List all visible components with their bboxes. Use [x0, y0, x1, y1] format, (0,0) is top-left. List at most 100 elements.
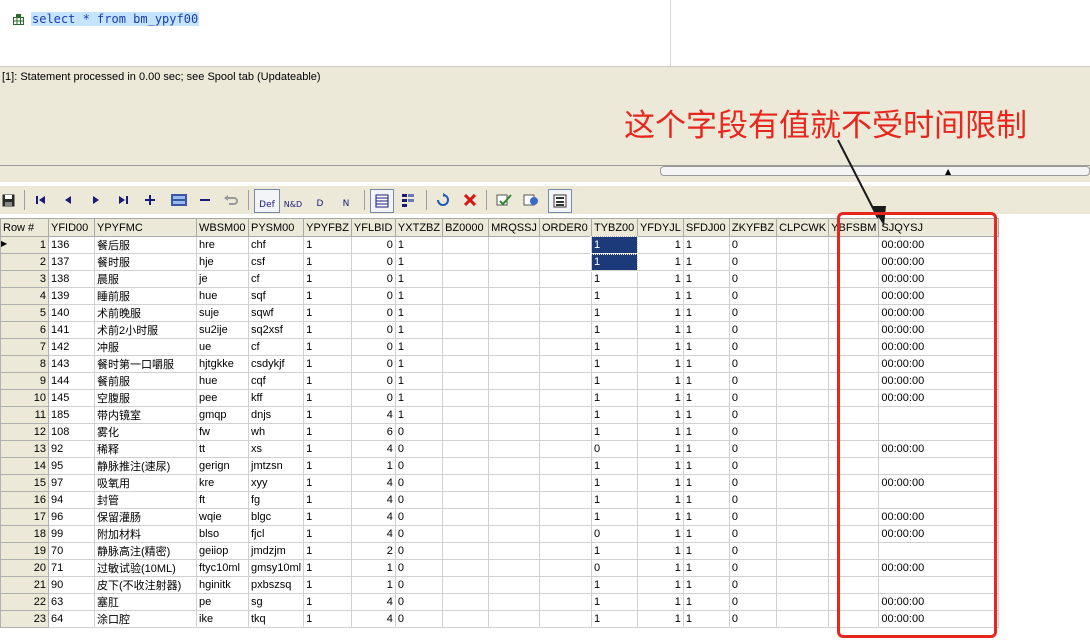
table-cell[interactable]: 塞肛: [94, 593, 197, 611]
table-cell[interactable]: [538, 389, 592, 407]
table-cell[interactable]: 1: [394, 355, 444, 373]
table-cell[interactable]: 145: [48, 389, 95, 407]
table-cell[interactable]: je: [196, 270, 249, 288]
table-cell[interactable]: pee: [196, 389, 249, 407]
table-cell[interactable]: 1: [636, 423, 684, 441]
table-cell[interactable]: 141: [48, 321, 95, 339]
table-cell[interactable]: 冲服: [94, 338, 197, 356]
column-header[interactable]: ORDER0: [538, 218, 592, 237]
table-cell[interactable]: [442, 542, 490, 560]
duplicate-record-icon[interactable]: [169, 189, 189, 211]
table-cell[interactable]: 136: [48, 236, 95, 254]
table-cell[interactable]: 1: [636, 457, 684, 475]
table-cell[interactable]: [442, 406, 490, 424]
table-cell[interactable]: [488, 559, 540, 577]
table-cell[interactable]: 1: [636, 491, 684, 509]
table-cell[interactable]: xs: [247, 440, 305, 458]
table-cell[interactable]: 1: [303, 287, 352, 305]
table-cell[interactable]: 139: [48, 287, 95, 305]
table-cell[interactable]: 1: [682, 423, 730, 441]
table-cell[interactable]: [442, 355, 490, 373]
table-cell[interactable]: 1: [636, 389, 684, 407]
table-cell[interactable]: 0: [394, 593, 444, 611]
table-cell[interactable]: hje: [196, 253, 249, 271]
table-cell[interactable]: 0: [394, 508, 444, 526]
table-cell[interactable]: 1: [590, 252, 639, 272]
last-record-icon[interactable]: [115, 189, 131, 211]
table-cell[interactable]: 1: [303, 491, 352, 509]
delete-record-icon[interactable]: [197, 189, 213, 211]
table-cell[interactable]: 1: [350, 457, 396, 475]
table-cell[interactable]: 4: [350, 610, 396, 628]
table-cell[interactable]: [488, 253, 540, 271]
table-cell[interactable]: 63: [48, 593, 95, 611]
table-cell[interactable]: [776, 304, 830, 322]
undo-icon[interactable]: [222, 189, 240, 211]
table-cell[interactable]: 皮下(不收注射器): [94, 576, 197, 594]
table-cell[interactable]: 1: [682, 406, 730, 424]
table-cell[interactable]: 0: [728, 559, 778, 577]
table-cell[interactable]: 142: [48, 338, 95, 356]
table-cell[interactable]: [442, 610, 490, 628]
table-cell[interactable]: 1: [394, 406, 444, 424]
table-cell[interactable]: 0: [394, 457, 444, 475]
table-cell[interactable]: 1: [636, 270, 684, 288]
table-cell[interactable]: 0: [350, 372, 396, 390]
table-cell[interactable]: [488, 389, 540, 407]
table-cell[interactable]: 1: [303, 440, 352, 458]
table-cell[interactable]: 0: [728, 525, 778, 543]
sql-editor[interactable]: select * from bm_ypyf00: [0, 0, 1090, 67]
table-cell[interactable]: 92: [48, 440, 95, 458]
table-cell[interactable]: 1: [394, 321, 444, 339]
table-cell[interactable]: kre: [196, 474, 249, 492]
table-cell[interactable]: [776, 576, 830, 594]
table-cell[interactable]: fg: [247, 491, 305, 509]
table-cell[interactable]: 0: [394, 576, 444, 594]
table-cell[interactable]: [442, 440, 490, 458]
table-cell[interactable]: hjtgkke: [196, 355, 249, 373]
table-cell[interactable]: 2: [350, 542, 396, 560]
table-cell[interactable]: [776, 321, 830, 339]
table-cell[interactable]: [488, 287, 540, 305]
table-cell[interactable]: [442, 372, 490, 390]
table-cell[interactable]: 1: [636, 542, 684, 560]
table-cell[interactable]: 1: [303, 576, 352, 594]
table-cell[interactable]: [776, 593, 830, 611]
table-cell[interactable]: sqf: [247, 287, 305, 305]
table-cell[interactable]: [538, 457, 592, 475]
table-cell[interactable]: 0: [350, 236, 396, 254]
table-cell[interactable]: wh: [247, 423, 305, 441]
table-cell[interactable]: ue: [196, 338, 249, 356]
table-cell[interactable]: [538, 474, 592, 492]
table-cell[interactable]: 1: [636, 253, 684, 271]
table-cell[interactable]: 1: [394, 270, 444, 288]
table-cell[interactable]: 1: [303, 508, 352, 526]
table-cell[interactable]: 0: [728, 287, 778, 305]
table-cell[interactable]: suje: [196, 304, 249, 322]
table-cell[interactable]: 0: [394, 491, 444, 509]
table-cell[interactable]: 晨服: [94, 270, 197, 288]
table-cell[interactable]: 保留灌肠: [94, 508, 197, 526]
table-cell[interactable]: [538, 406, 592, 424]
table-cell[interactable]: [538, 355, 592, 373]
table-cell[interactable]: 99: [48, 525, 95, 543]
table-cell[interactable]: 1: [303, 406, 352, 424]
table-cell[interactable]: blso: [196, 525, 249, 543]
table-cell[interactable]: 4: [350, 525, 396, 543]
table-cell[interactable]: 涂口腔: [94, 610, 197, 628]
table-cell[interactable]: 1: [682, 253, 730, 271]
table-cell[interactable]: [538, 491, 592, 509]
table-cell[interactable]: 4: [350, 474, 396, 492]
table-cell[interactable]: 1: [303, 321, 352, 339]
table-cell[interactable]: 0: [394, 610, 444, 628]
table-cell[interactable]: [538, 525, 592, 543]
sql-text[interactable]: select * from bm_ypyf00: [31, 12, 200, 26]
table-cell[interactable]: 1: [590, 372, 638, 390]
table-cell[interactable]: [538, 270, 592, 288]
table-cell[interactable]: [488, 270, 540, 288]
table-cell[interactable]: hre: [196, 236, 249, 254]
table-cell[interactable]: [488, 576, 540, 594]
table-cell[interactable]: 1: [303, 372, 352, 390]
table-cell[interactable]: [488, 372, 540, 390]
table-cell[interactable]: chf: [247, 236, 305, 254]
